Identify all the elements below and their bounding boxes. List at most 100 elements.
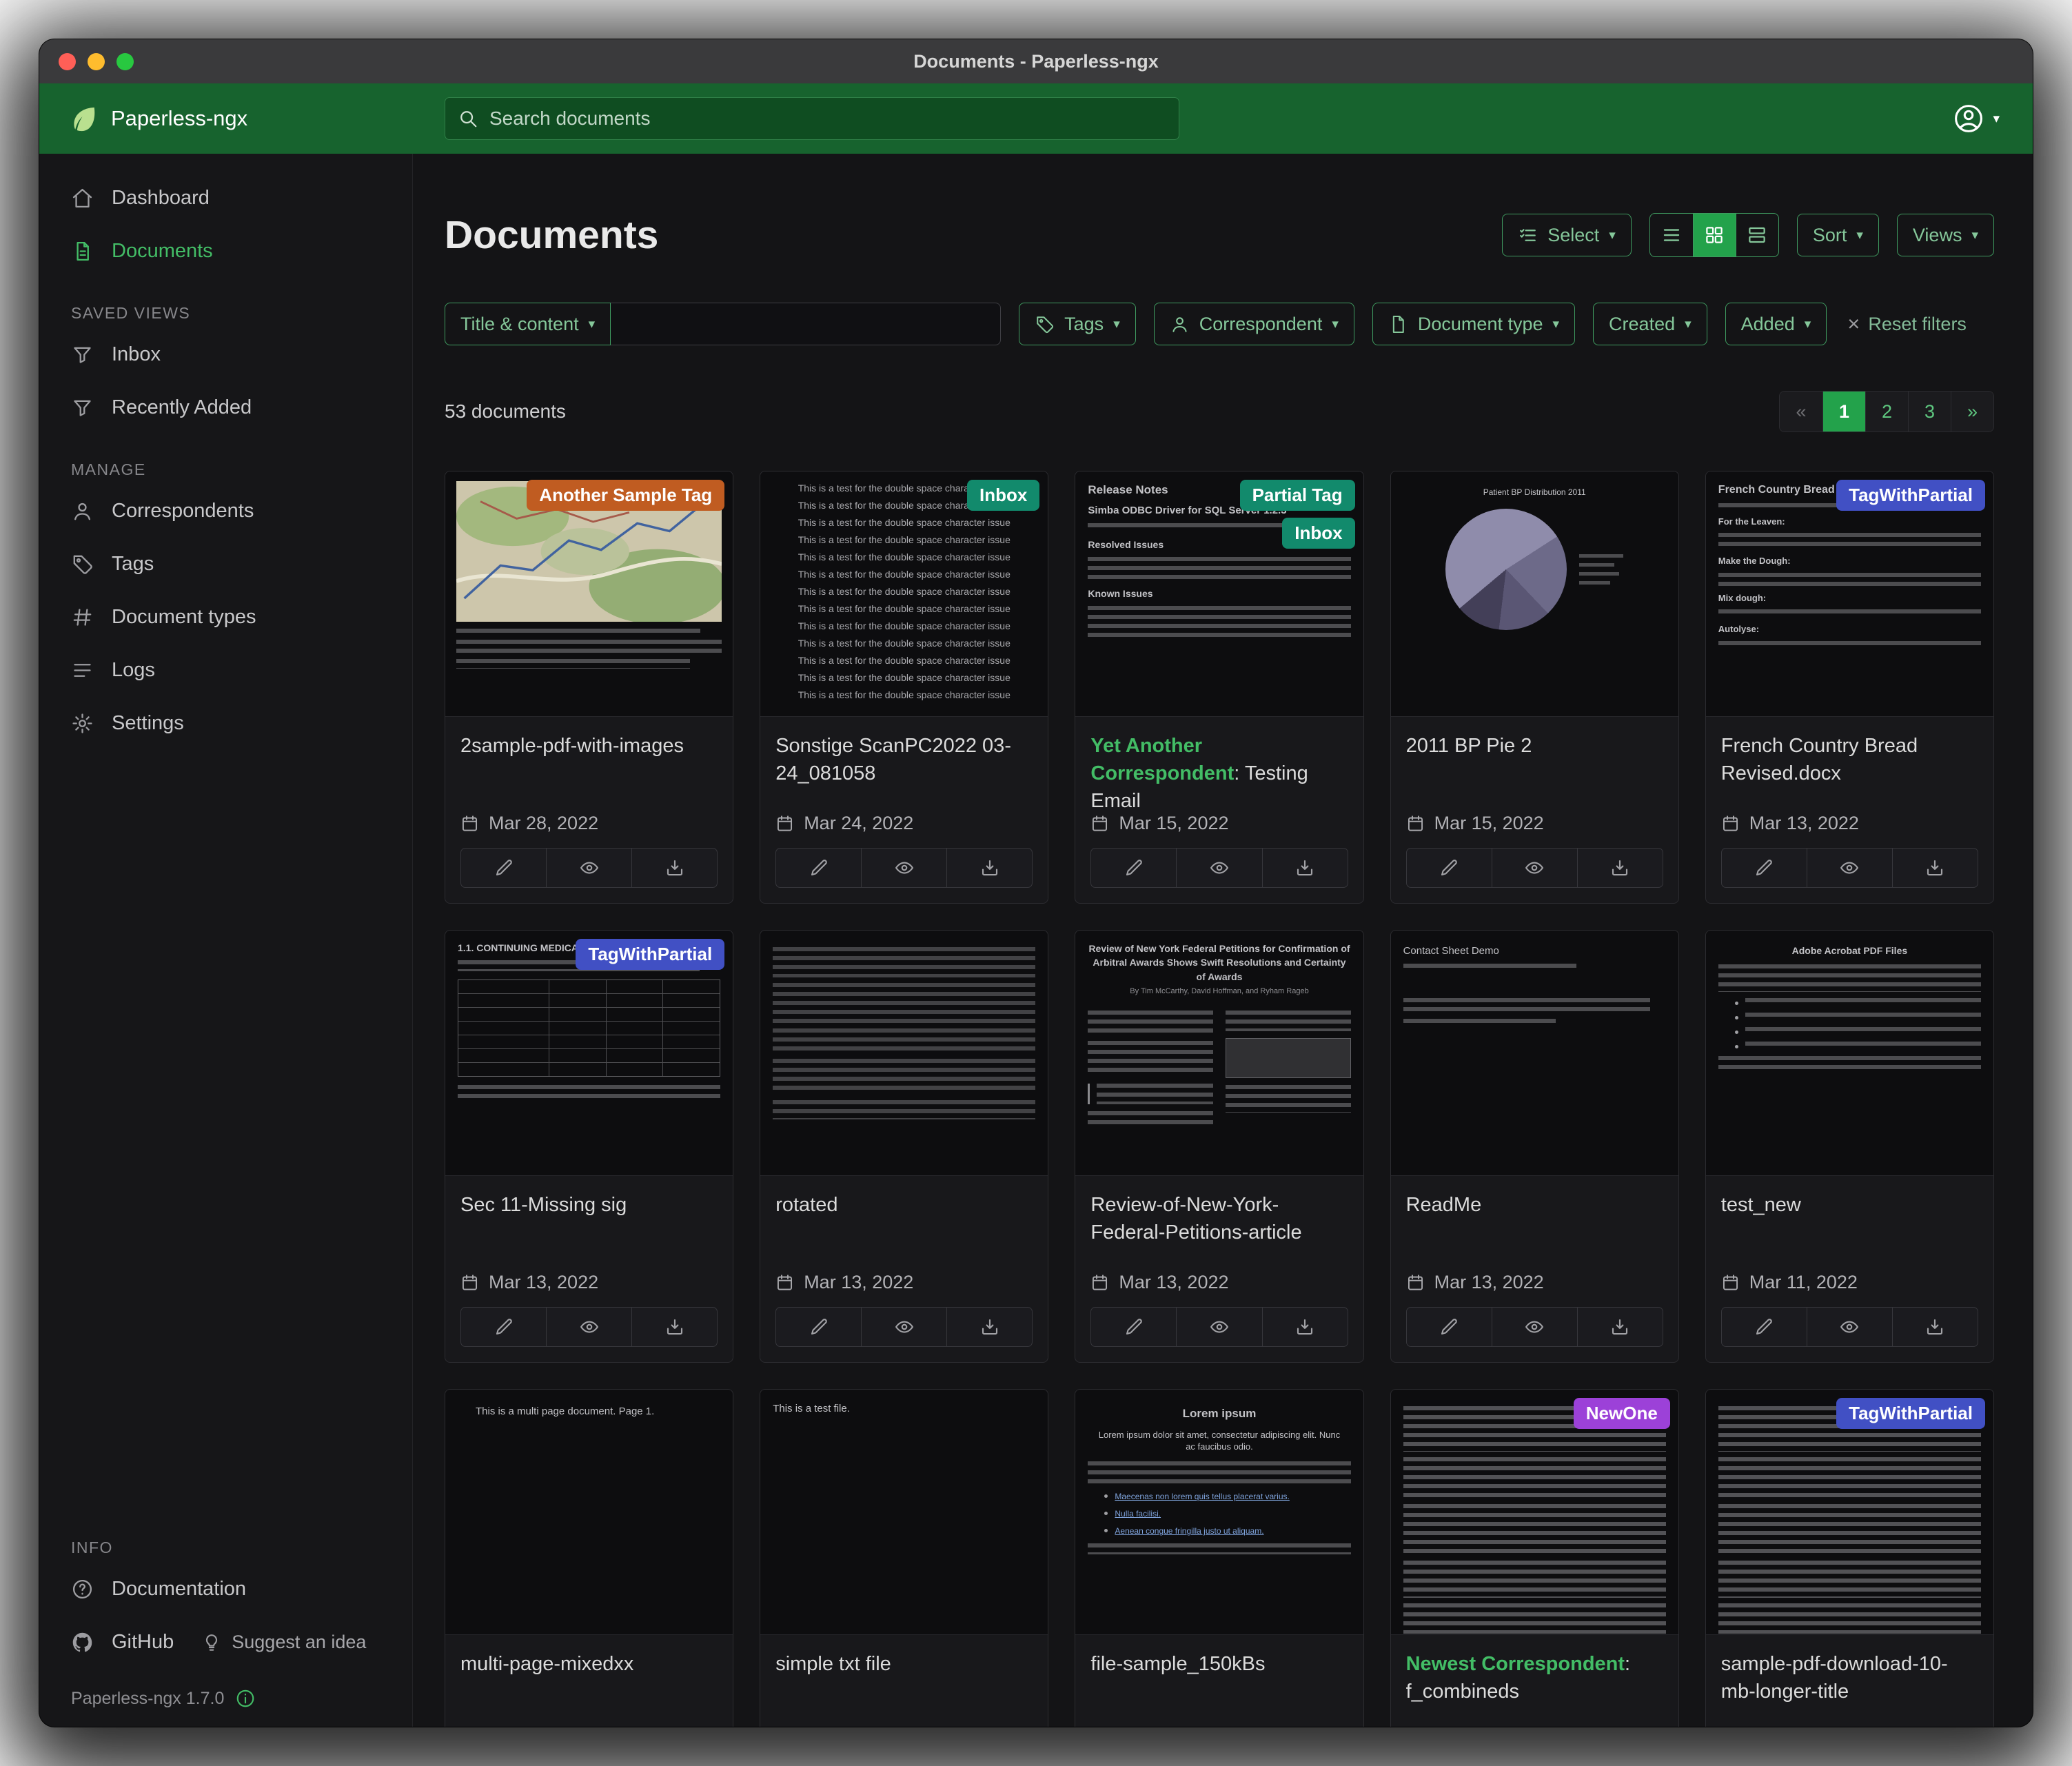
search-input[interactable] — [489, 108, 1166, 130]
filter-created-button[interactable]: Created ▾ — [1593, 303, 1707, 345]
user-menu[interactable]: ▾ — [1953, 103, 2033, 134]
document-thumbnail[interactable]: This is a test file. — [760, 1390, 1048, 1635]
sidebar-item-documents[interactable]: Documents — [39, 225, 412, 278]
list-view-button[interactable] — [1650, 214, 1693, 256]
document-card[interactable]: This is a test file. simple txt file — [760, 1389, 1048, 1727]
edit-document-button[interactable] — [775, 848, 862, 888]
document-thumbnail[interactable]: Lorem ipsumLorem ipsum dolor sit amet, c… — [1075, 1390, 1363, 1635]
edit-document-button[interactable] — [460, 848, 547, 888]
sidebar-item-document-types[interactable]: Document types — [39, 591, 412, 644]
edit-document-button[interactable] — [1721, 848, 1807, 888]
sidebar-item-logs[interactable]: Logs — [39, 644, 412, 697]
view-document-button[interactable] — [1807, 1307, 1893, 1347]
close-button[interactable] — [59, 53, 76, 70]
download-document-button[interactable] — [632, 848, 718, 888]
document-title[interactable]: Sec 11-Missing sig — [460, 1191, 718, 1219]
filter-tags-button[interactable]: Tags ▾ — [1019, 303, 1136, 345]
document-title[interactable]: Review-of-New-York-Federal-Petitions-art… — [1090, 1191, 1348, 1246]
edit-document-button[interactable] — [775, 1307, 862, 1347]
suggest-idea-link[interactable]: Suggest an idea — [201, 1632, 366, 1653]
document-thumbnail[interactable]: Contact Sheet Demo — [1391, 931, 1678, 1176]
download-document-button[interactable] — [1578, 1307, 1663, 1347]
sort-button[interactable]: Sort ▾ — [1797, 214, 1879, 256]
document-card[interactable]: French Country BreadFor the Leaven:Make … — [1705, 471, 1994, 904]
info-circle-icon[interactable] — [235, 1688, 256, 1709]
sidebar-item-recently-added[interactable]: Recently Added — [39, 381, 412, 434]
view-document-button[interactable] — [1492, 1307, 1578, 1347]
document-thumbnail[interactable]: This is a multi page document. Page 1. — [445, 1390, 733, 1635]
page-button-1[interactable]: 1 — [1822, 392, 1865, 432]
document-card[interactable]: Release NotesSimba ODBC Driver for SQL S… — [1075, 471, 1363, 904]
reset-filters-button[interactable]: × Reset filters — [1847, 312, 1967, 336]
previous-page-button[interactable]: « — [1780, 392, 1822, 432]
global-search[interactable] — [445, 97, 1179, 140]
download-document-button[interactable] — [947, 848, 1033, 888]
document-title[interactable]: Yet Another Correspondent: Testing Email — [1090, 732, 1348, 815]
brand[interactable]: Paperless-ngx — [39, 103, 413, 134]
filter-document-type-button[interactable]: Document type ▾ — [1372, 303, 1575, 345]
document-thumbnail[interactable]: Review of New York Federal Petitions for… — [1075, 931, 1363, 1176]
edit-document-button[interactable] — [1090, 1307, 1177, 1347]
document-correspondent[interactable]: Newest Correspondent — [1406, 1653, 1625, 1675]
view-document-button[interactable] — [1177, 848, 1262, 888]
filter-correspondent-button[interactable]: Correspondent ▾ — [1154, 303, 1354, 345]
document-thumbnail[interactable]: TagWithPartial — [1706, 1390, 1993, 1635]
view-document-button[interactable] — [862, 848, 947, 888]
filter-text-input[interactable] — [611, 303, 1001, 345]
edit-document-button[interactable] — [460, 1307, 547, 1347]
document-title[interactable]: 2011 BP Pie 2 — [1406, 732, 1663, 760]
next-page-button[interactable]: » — [1951, 392, 1993, 432]
document-title[interactable]: file-sample_150kBs — [1090, 1650, 1348, 1678]
sidebar-item-documentation[interactable]: Documentation — [39, 1563, 412, 1616]
document-title[interactable]: ReadMe — [1406, 1191, 1663, 1219]
document-card[interactable]: TagWithPartial sample-pdf-download-10-mb… — [1705, 1389, 1994, 1727]
minimize-button[interactable] — [88, 53, 105, 70]
large-cards-view-button[interactable] — [1736, 214, 1778, 256]
page-button-3[interactable]: 3 — [1908, 392, 1951, 432]
document-card[interactable]: Another Sample Tag 2sample-pdf-with-imag… — [445, 471, 733, 904]
download-document-button[interactable] — [1893, 1307, 1978, 1347]
document-title[interactable]: test_new — [1721, 1191, 1978, 1219]
view-document-button[interactable] — [547, 1307, 632, 1347]
document-title[interactable]: rotated — [775, 1191, 1033, 1219]
page-button-2[interactable]: 2 — [1865, 392, 1908, 432]
document-card[interactable]: This is a test for the double space char… — [760, 471, 1048, 904]
sidebar-item-inbox[interactable]: Inbox — [39, 328, 412, 381]
view-document-button[interactable] — [547, 848, 632, 888]
tag-pill[interactable]: NewOne — [1574, 1398, 1670, 1429]
document-thumbnail[interactable]: Patient BP Distribution 2011 — [1391, 471, 1678, 717]
download-document-button[interactable] — [1263, 1307, 1348, 1347]
edit-document-button[interactable] — [1406, 1307, 1492, 1347]
edit-document-button[interactable] — [1406, 848, 1492, 888]
view-document-button[interactable] — [1177, 1307, 1262, 1347]
sidebar-item-settings[interactable]: Settings — [39, 697, 412, 750]
document-thumbnail[interactable]: Adobe Acrobat PDF Files — [1706, 931, 1993, 1176]
sidebar-item-tags[interactable]: Tags — [39, 538, 412, 591]
view-document-button[interactable] — [862, 1307, 947, 1347]
filter-field-button[interactable]: Title & content ▾ — [445, 303, 611, 345]
document-thumbnail[interactable]: Release NotesSimba ODBC Driver for SQL S… — [1075, 471, 1363, 717]
document-thumbnail[interactable]: NewOne — [1391, 1390, 1678, 1635]
tag-pill[interactable]: Another Sample Tag — [527, 480, 724, 511]
document-thumbnail[interactable] — [760, 931, 1048, 1176]
sidebar-item-github[interactable]: GitHub — [39, 1616, 187, 1669]
download-document-button[interactable] — [632, 1307, 718, 1347]
document-thumbnail[interactable]: French Country BreadFor the Leaven:Make … — [1706, 471, 1993, 717]
document-card[interactable]: rotated Mar 13, 2022 — [760, 930, 1048, 1363]
download-document-button[interactable] — [947, 1307, 1033, 1347]
document-thumbnail[interactable]: Another Sample Tag — [445, 471, 733, 717]
document-card[interactable]: This is a multi page document. Page 1. m… — [445, 1389, 733, 1727]
tag-pill[interactable]: Inbox — [967, 480, 1039, 511]
download-document-button[interactable] — [1578, 848, 1663, 888]
document-card[interactable]: 1.1. CONTINUING MEDICAL EDUCA TagWithPar… — [445, 930, 733, 1363]
document-title[interactable]: Sonstige ScanPC2022 03-24_081058 — [775, 732, 1033, 787]
document-card[interactable]: Contact Sheet Demo ReadMe Mar 13, 2022 — [1390, 930, 1679, 1363]
tag-pill[interactable]: TagWithPartial — [1836, 480, 1985, 511]
tag-pill[interactable]: Partial Tag — [1240, 480, 1355, 511]
edit-document-button[interactable] — [1090, 848, 1177, 888]
download-document-button[interactable] — [1263, 848, 1348, 888]
view-document-button[interactable] — [1807, 848, 1893, 888]
document-card[interactable]: Patient BP Distribution 2011 2011 BP Pie… — [1390, 471, 1679, 904]
document-title[interactable]: Newest Correspondent: f_combineds — [1406, 1650, 1663, 1705]
select-button[interactable]: Select ▾ — [1502, 214, 1632, 256]
